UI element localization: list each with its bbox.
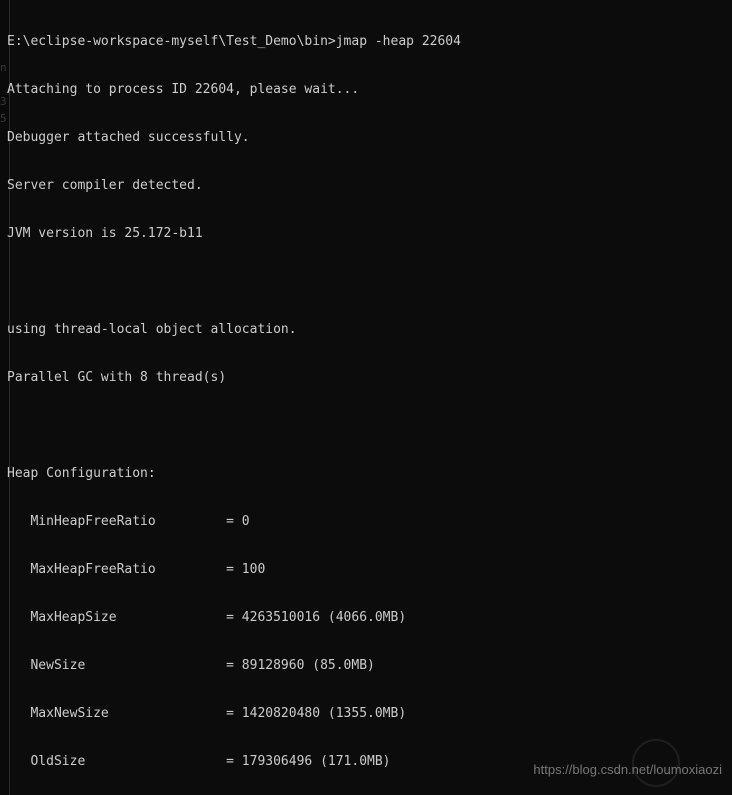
command-prompt-window[interactable]: n 3 5 E:\eclipse-workspace-myself\Test_D… [0, 0, 732, 795]
edge-glyph-2: 3 [0, 95, 7, 108]
terminal-line-new-size: NewSize = 89128960 (85.0MB) [7, 658, 375, 673]
terminal-line: Attaching to process ID 22604, please wa… [7, 82, 360, 97]
terminal-line: JVM version is 25.172-b11 [7, 226, 203, 241]
terminal-line-heap-configuration-header: Heap Configuration: [7, 466, 156, 481]
terminal-output[interactable]: E:\eclipse-workspace-myself\Test_Demo\bi… [7, 2, 725, 795]
terminal-line-max-new-size: MaxNewSize = 1420820480 (1355.0MB) [7, 706, 407, 721]
terminal-line-old-size: OldSize = 179306496 (171.0MB) [7, 754, 391, 769]
terminal-line-max-heap-free-ratio: MaxHeapFreeRatio = 100 [7, 562, 266, 577]
terminal-line-max-heap-size: MaxHeapSize = 4263510016 (4066.0MB) [7, 610, 407, 625]
terminal-line: Debugger attached successfully. [7, 130, 250, 145]
terminal-line: Parallel GC with 8 thread(s) [7, 370, 227, 385]
terminal-line-min-heap-free-ratio: MinHeapFreeRatio = 0 [7, 514, 250, 529]
terminal-line: E:\eclipse-workspace-myself\Test_Demo\bi… [7, 34, 461, 49]
edge-glyph-3: 5 [0, 112, 7, 125]
terminal-line: using thread-local object allocation. [7, 322, 297, 337]
terminal-cursor [276, 770, 284, 785]
terminal-line: Server compiler detected. [7, 178, 203, 193]
edge-glyph-1: n [0, 61, 7, 74]
